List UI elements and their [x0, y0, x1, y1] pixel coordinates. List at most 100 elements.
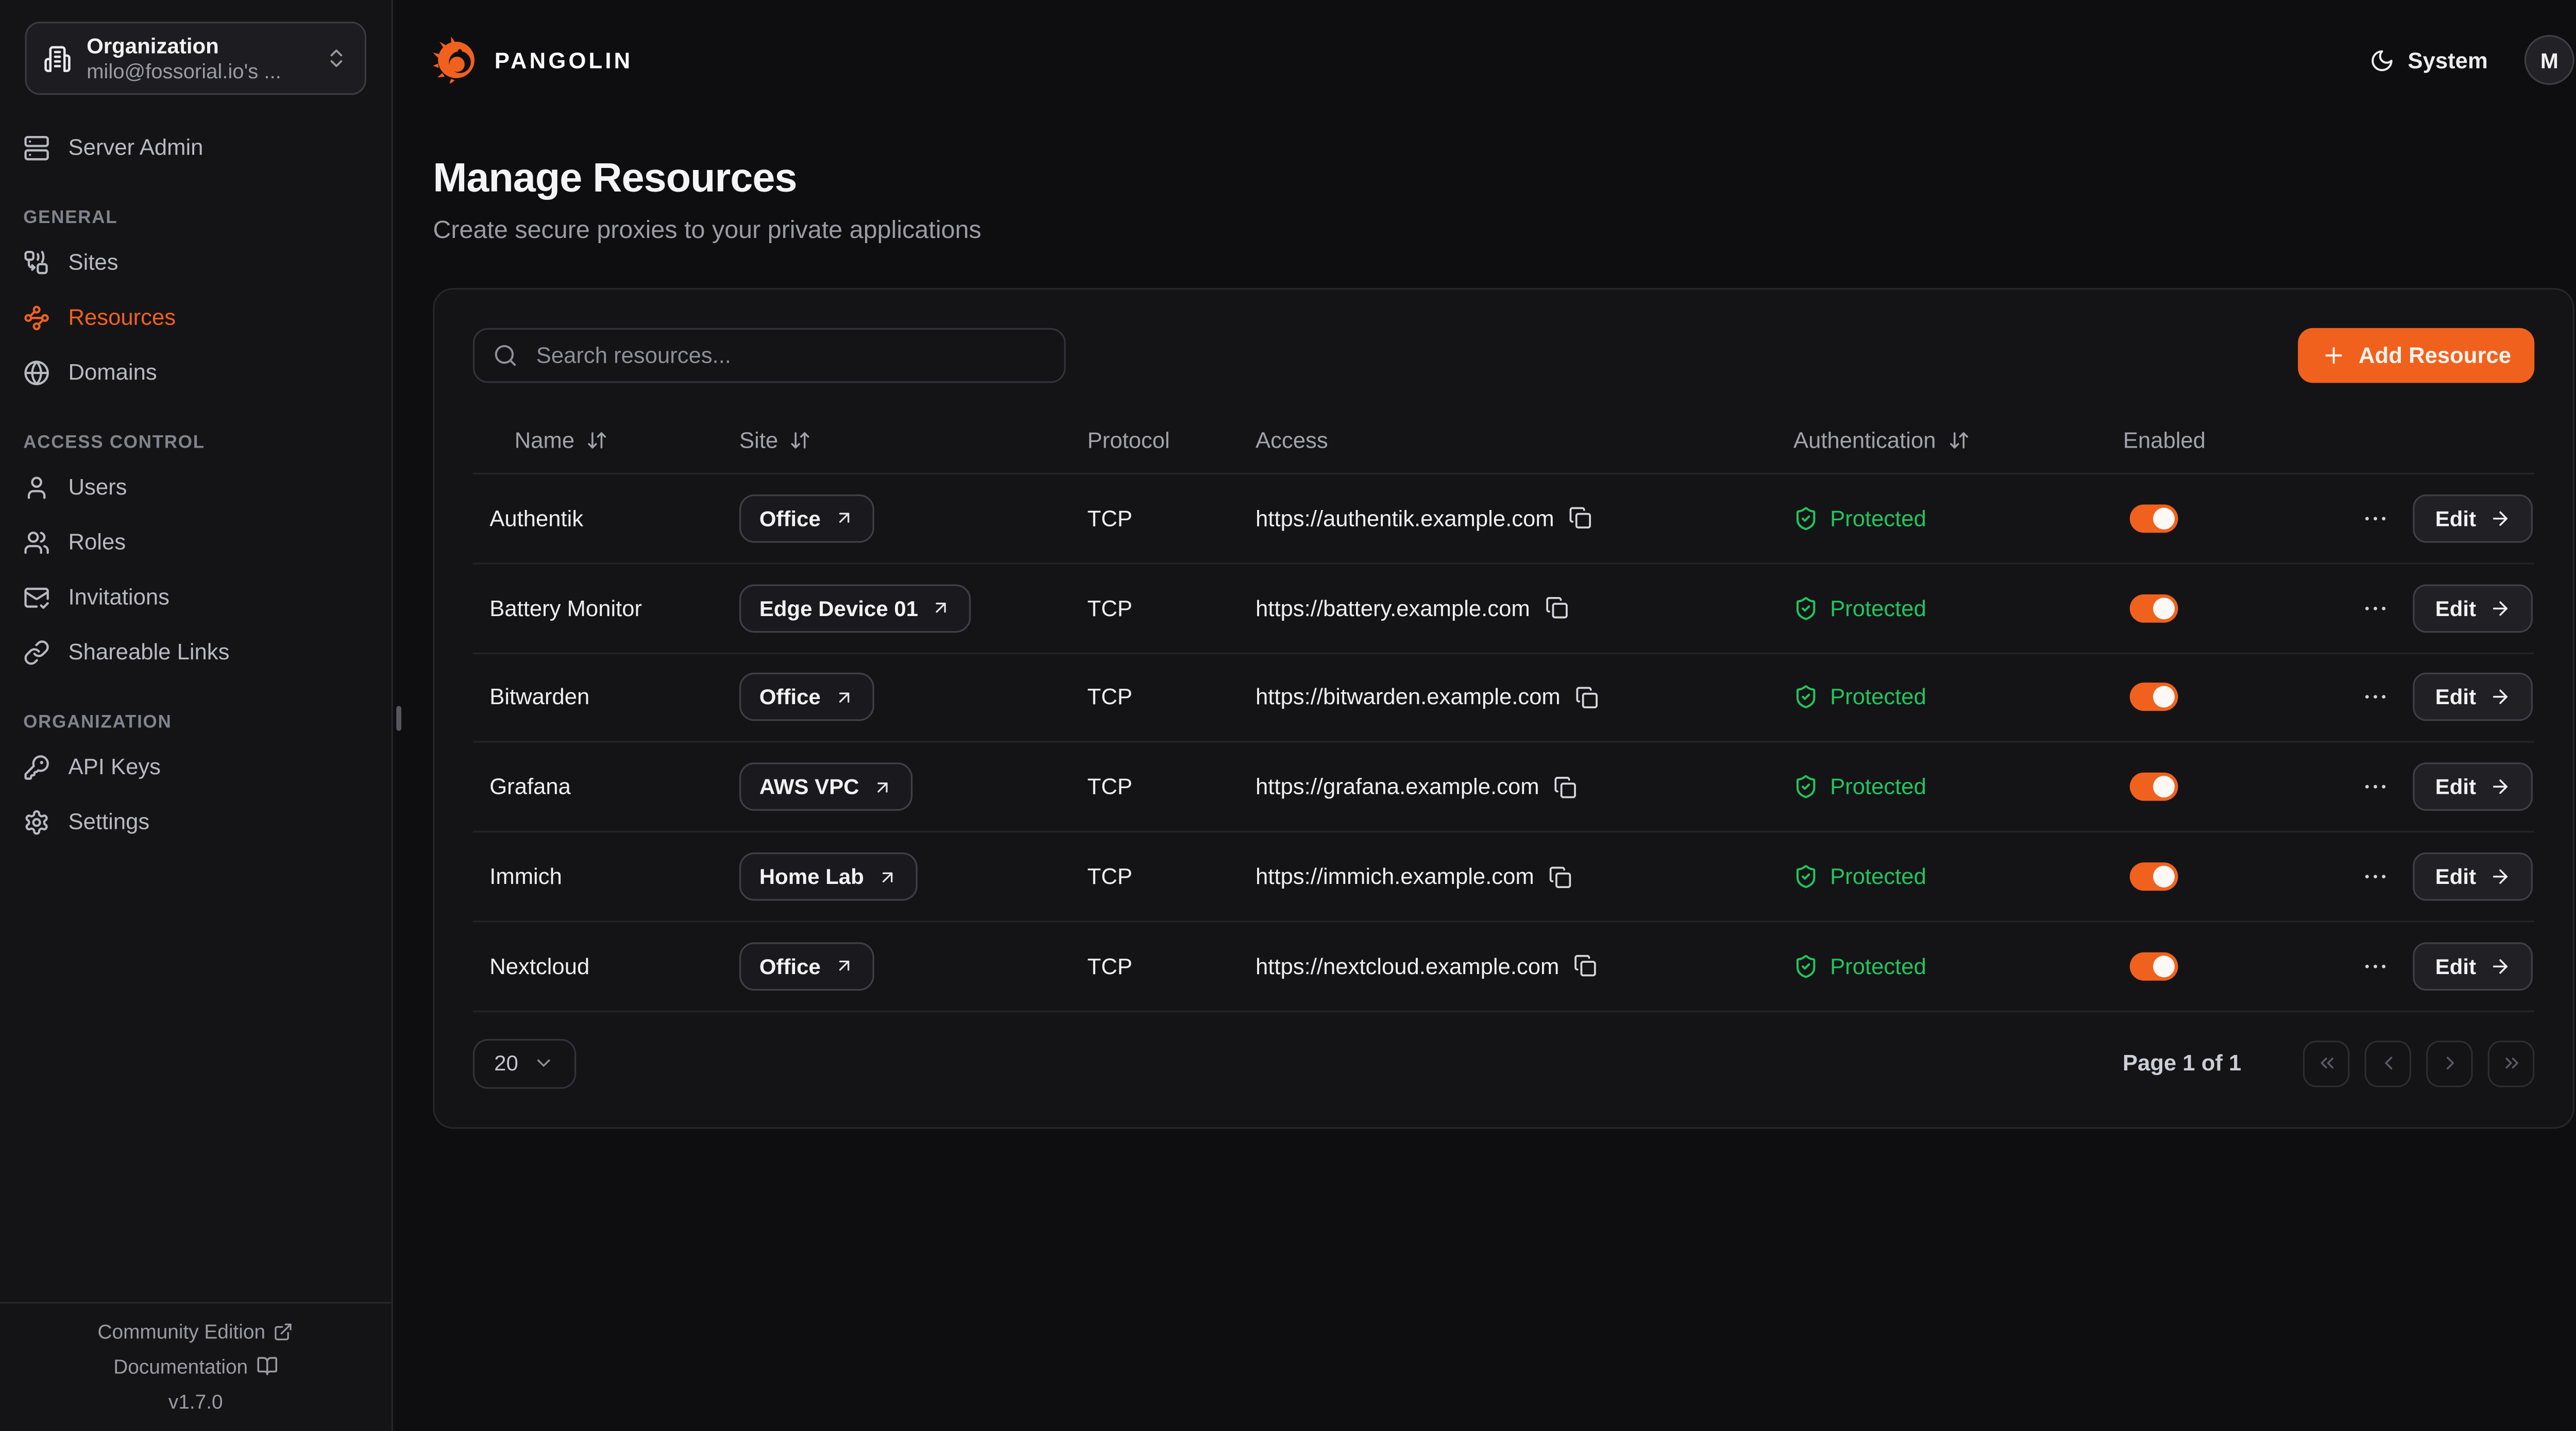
access-url: https://immich.example.com — [1256, 864, 1534, 889]
documentation-link[interactable]: Documentation — [113, 1354, 278, 1377]
sidebar-footer: Community Edition Documentation v1.7.0 — [0, 1301, 392, 1431]
arrow-right-icon — [2489, 687, 2511, 708]
site-link-button[interactable]: Office — [739, 673, 874, 722]
scrollbar-thumb[interactable] — [396, 706, 401, 730]
copy-url-button[interactable] — [1554, 775, 1578, 798]
user-icon — [23, 474, 50, 501]
row-menu-button[interactable] — [2364, 954, 2388, 979]
site-link-button[interactable]: Edge Device 01 — [739, 584, 972, 632]
row-menu-button[interactable] — [2364, 595, 2388, 620]
external-link-icon — [274, 1321, 294, 1341]
sidebar-item-users[interactable]: Users — [0, 459, 392, 515]
enabled-toggle[interactable] — [2130, 862, 2178, 891]
auth-status: Protected — [1830, 954, 1926, 979]
chevron-right-icon — [2438, 1053, 2460, 1075]
first-page-button[interactable] — [2303, 1040, 2349, 1086]
column-header-site[interactable]: Site — [723, 427, 1071, 452]
site-link-button[interactable]: Office — [739, 942, 874, 991]
auth-status: Protected — [1830, 775, 1926, 799]
sidebar-item-invitations[interactable]: Invitations — [0, 569, 392, 624]
sidebar-item-settings[interactable]: Settings — [0, 794, 392, 849]
edit-button[interactable]: Edit — [2414, 495, 2533, 543]
protocol-value: TCP — [1088, 685, 1132, 710]
last-page-button[interactable] — [2488, 1040, 2534, 1086]
add-resource-button[interactable]: Add Resource — [2299, 328, 2534, 383]
table-header-row: Name Site Protocol Access Authentication — [473, 406, 2534, 475]
arrow-right-icon — [2489, 507, 2511, 529]
brand: PANGOLIN — [433, 37, 633, 83]
arrow-up-right-icon — [873, 777, 893, 797]
table-row: Authentik Office TCP https://authentik.e… — [473, 474, 2534, 564]
theme-toggle-button[interactable]: System — [2369, 47, 2488, 72]
org-selector[interactable]: Organization milo@fossorial.io's ... — [25, 22, 366, 95]
chevron-left-icon — [2377, 1053, 2399, 1075]
sidebar-item-shareable-links[interactable]: Shareable Links — [0, 624, 392, 679]
edit-button[interactable]: Edit — [2414, 763, 2533, 811]
protocol-value: TCP — [1088, 595, 1132, 620]
site-link-button[interactable]: Office — [739, 495, 874, 543]
book-open-icon — [256, 1355, 278, 1377]
search-input[interactable] — [533, 342, 1045, 370]
enabled-toggle[interactable] — [2130, 773, 2178, 802]
enabled-toggle[interactable] — [2130, 684, 2178, 712]
table-row: Grafana AWS VPC TCP https://grafana.exam… — [473, 743, 2534, 833]
enabled-toggle[interactable] — [2130, 594, 2178, 622]
enabled-toggle[interactable] — [2130, 952, 2178, 980]
edit-button[interactable]: Edit — [2414, 942, 2533, 991]
arrow-right-icon — [2489, 597, 2511, 619]
copy-url-button[interactable] — [1574, 955, 1597, 978]
resource-name: Grafana — [489, 775, 571, 799]
org-selector-value: milo@fossorial.io's ... — [87, 61, 310, 82]
sidebar-item-domains[interactable]: Domains — [0, 345, 392, 400]
next-page-button[interactable] — [2426, 1040, 2472, 1086]
building-icon — [43, 44, 72, 73]
sidebar-item-sites[interactable]: Sites — [0, 235, 392, 290]
protocol-value: TCP — [1088, 954, 1132, 979]
access-url: https://bitwarden.example.com — [1256, 685, 1561, 710]
column-header-authentication[interactable]: Authentication — [1777, 427, 2107, 452]
sidebar-item-server-admin[interactable]: Server Admin — [0, 120, 392, 175]
key-icon — [23, 754, 50, 780]
sidebar-item-api-keys[interactable]: API Keys — [0, 739, 392, 794]
avatar[interactable]: M — [2524, 35, 2574, 85]
row-menu-button[interactable] — [2364, 864, 2388, 889]
gear-icon — [23, 808, 50, 835]
copy-url-button[interactable] — [1569, 507, 1592, 530]
sidebar-item-roles[interactable]: Roles — [0, 515, 392, 570]
previous-page-button[interactable] — [2365, 1040, 2411, 1086]
sidebar-item-resources[interactable]: Resources — [0, 289, 392, 345]
site-link-button[interactable]: Home Lab — [739, 853, 917, 901]
copy-url-button[interactable] — [1545, 597, 1568, 620]
access-url: https://battery.example.com — [1256, 595, 1530, 620]
site-link-button[interactable]: AWS VPC — [739, 763, 912, 811]
edit-button[interactable]: Edit — [2414, 673, 2533, 722]
enabled-toggle[interactable] — [2130, 504, 2178, 533]
section-label-general: GENERAL — [23, 208, 368, 228]
table-body: Authentik Office TCP https://authentik.e… — [473, 474, 2534, 1012]
arrow-right-icon — [2489, 866, 2511, 888]
sites-icon — [23, 249, 50, 276]
community-edition-link[interactable]: Community Edition — [98, 1319, 294, 1342]
arrow-up-right-icon — [834, 508, 854, 529]
search-box — [473, 328, 1066, 383]
auth-status: Protected — [1830, 685, 1926, 710]
table-row: Nextcloud Office TCP https://nextcloud.e… — [473, 923, 2534, 1012]
copy-url-button[interactable] — [1575, 686, 1599, 709]
app-window: Organization milo@fossorial.io's ... Ser… — [0, 0, 2576, 1431]
rows-per-page-select[interactable]: 20 — [473, 1038, 576, 1088]
row-menu-button[interactable] — [2364, 685, 2388, 710]
shield-check-icon — [1793, 506, 1818, 531]
section-label-organization: ORGANIZATION — [23, 712, 368, 732]
row-menu-button[interactable] — [2364, 506, 2388, 531]
auth-status: Protected — [1830, 506, 1926, 531]
edit-button[interactable]: Edit — [2414, 853, 2533, 901]
sort-icon — [1947, 429, 1969, 450]
copy-url-button[interactable] — [1549, 865, 1572, 888]
sidebar: Organization milo@fossorial.io's ... Ser… — [0, 0, 393, 1431]
column-header-enabled: Enabled — [2107, 427, 2351, 452]
table-footer: 20 Page 1 of 1 — [473, 1038, 2534, 1088]
row-menu-button[interactable] — [2364, 775, 2388, 799]
edit-button[interactable]: Edit — [2414, 584, 2533, 632]
column-header-name[interactable]: Name — [473, 427, 723, 452]
access-url: https://grafana.example.com — [1256, 775, 1539, 799]
